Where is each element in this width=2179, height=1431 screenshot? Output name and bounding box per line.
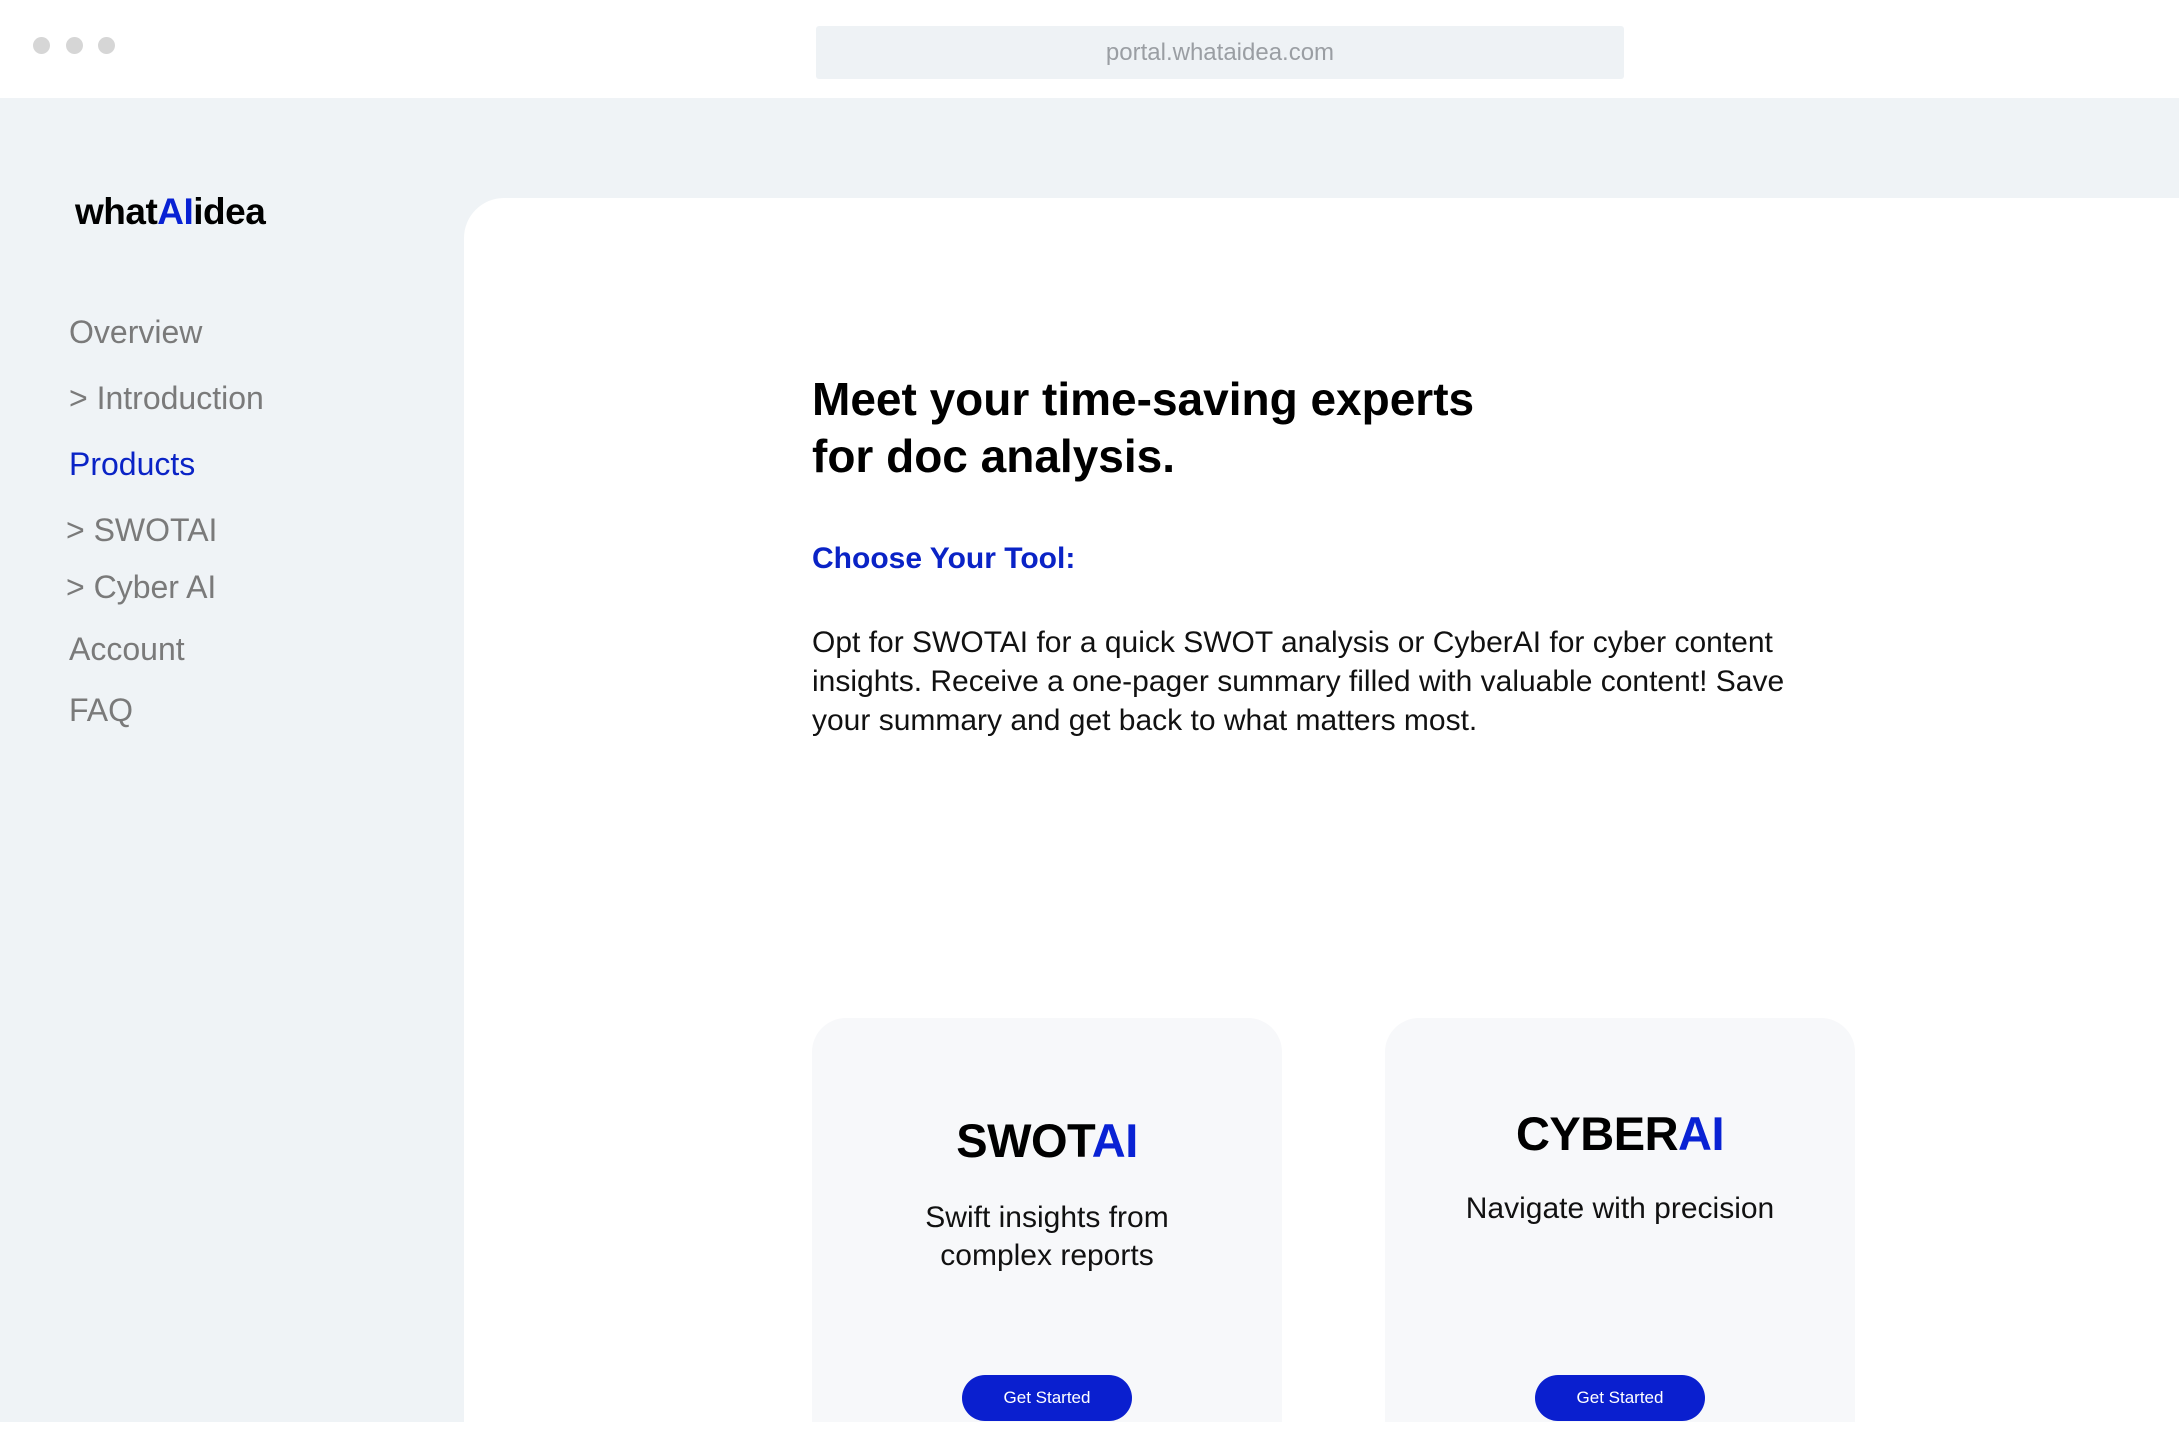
card-title-accent: AI: [1091, 1114, 1139, 1167]
page-title: Meet your time-saving experts for doc an…: [812, 371, 1712, 485]
sidebar-item-account[interactable]: Account: [69, 631, 185, 668]
sidebar-item-cyber-ai[interactable]: > Cyber AI: [66, 569, 216, 606]
app-container: whatAIidea Overview > Introduction Produ…: [0, 98, 2179, 1431]
sidebar-item-introduction[interactable]: > Introduction: [69, 380, 264, 417]
get-started-cyberai-button[interactable]: Get Started: [1535, 1375, 1705, 1421]
sidebar-item-overview[interactable]: Overview: [69, 314, 202, 351]
card-subtitle-swotai: Swift insights from complex reports: [812, 1199, 1282, 1275]
card-subtitle-line-2: complex reports: [940, 1239, 1154, 1272]
address-bar[interactable]: portal.whataidea.com: [816, 26, 1624, 79]
card-title-main: SWOT: [956, 1114, 1092, 1167]
card-title-cyberai: CYBERAI: [1385, 1106, 1855, 1161]
bottom-edge: [0, 1422, 2179, 1431]
choose-tool-heading: Choose Your Tool:: [812, 542, 1076, 575]
main-content: Meet your time-saving experts for doc an…: [464, 198, 2179, 1431]
window-close-dot[interactable]: [33, 37, 50, 54]
get-started-swotai-button[interactable]: Get Started: [962, 1375, 1132, 1421]
card-subtitle-cyberai: Navigate with precision: [1465, 1192, 1775, 1225]
sidebar-item-swotai[interactable]: > SWOTAI: [66, 512, 217, 549]
window-maximize-dot[interactable]: [98, 37, 115, 54]
browser-chrome: portal.whataidea.com: [0, 0, 2179, 98]
card-subtitle-line-1: Swift insights from: [925, 1201, 1169, 1234]
card-title-main: CYBER: [1515, 1107, 1679, 1160]
window-minimize-dot[interactable]: [66, 37, 83, 54]
page-title-line-1: Meet your time-saving experts: [812, 373, 1475, 425]
sidebar-item-products[interactable]: Products: [69, 446, 195, 483]
product-card-swotai: SWOTAI Swift insights from complex repor…: [812, 1018, 1282, 1431]
card-title-accent: AI: [1678, 1107, 1725, 1160]
card-title-swotai: SWOTAI: [812, 1113, 1282, 1168]
product-card-cyberai: CYBERAI Navigate with precision Get Star…: [1385, 1018, 1855, 1431]
logo-part-idea: idea: [193, 191, 266, 232]
logo[interactable]: whatAIidea: [75, 191, 266, 233]
logo-part-ai: AI: [157, 191, 194, 232]
logo-part-what: what: [75, 191, 158, 232]
tool-description: Opt for SWOTAI for a quick SWOT analysis…: [812, 626, 1785, 737]
sidebar-item-faq[interactable]: FAQ: [69, 692, 133, 729]
page-title-line-2: for doc analysis.: [812, 430, 1176, 482]
